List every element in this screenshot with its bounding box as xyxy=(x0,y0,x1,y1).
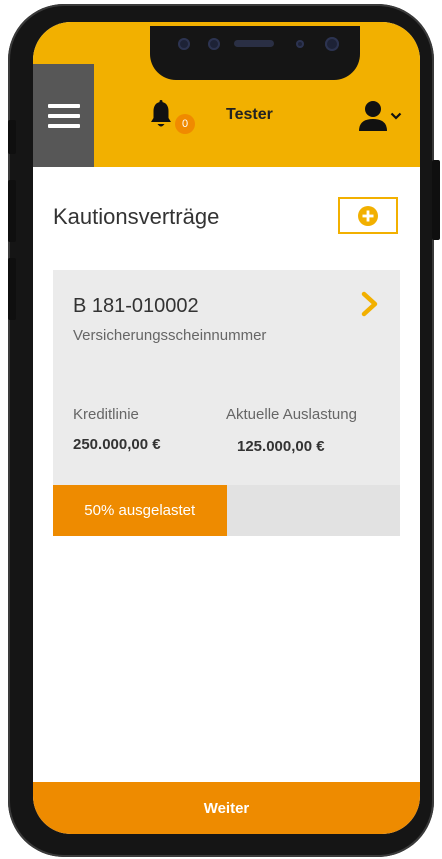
notification-badge: 0 xyxy=(175,114,195,134)
chevron-right-icon[interactable] xyxy=(360,291,380,317)
phone-side-button xyxy=(432,160,440,240)
phone-notch xyxy=(150,26,360,80)
credit-line-label: Kreditlinie xyxy=(73,406,139,423)
next-button[interactable]: Weiter xyxy=(33,782,420,834)
user-name: Tester xyxy=(226,106,273,123)
contract-number: B 181-010002 xyxy=(73,295,199,317)
contract-card[interactable]: B 181-010002 Versicherungsscheinnummer K… xyxy=(53,270,400,485)
utilization-progress-fill: 50% ausgelastet xyxy=(53,485,227,536)
plus-circle-icon xyxy=(358,205,378,226)
front-camera xyxy=(325,37,339,51)
phone-side-button xyxy=(8,120,16,154)
utilization-label: Aktuelle Auslastung xyxy=(226,406,357,423)
utilization-progress-text: 50% ausgelastet xyxy=(84,502,196,519)
hamburger-icon xyxy=(47,103,80,128)
chevron-down-icon xyxy=(390,112,402,120)
front-camera xyxy=(178,38,190,50)
front-sensor xyxy=(208,38,220,50)
user-icon xyxy=(359,101,387,131)
page-title: Kautionsverträge xyxy=(53,204,220,229)
phone-side-button xyxy=(8,258,16,320)
phone-side-button xyxy=(8,180,16,242)
menu-button[interactable] xyxy=(33,64,94,167)
credit-line-value: 250.000,00 € xyxy=(73,436,161,453)
phone-speaker xyxy=(234,40,274,47)
contract-number-label: Versicherungsscheinnummer xyxy=(73,327,267,344)
front-sensor xyxy=(296,40,304,48)
add-contract-button[interactable] xyxy=(338,197,398,234)
bell-icon[interactable] xyxy=(149,100,173,130)
app-screen: 0 Tester Kautionsverträge B 181-010002 V… xyxy=(33,22,420,834)
utilization-value: 125.000,00 € xyxy=(237,438,325,455)
utilization-progress-bar: 50% ausgelastet xyxy=(53,485,400,536)
user-menu-button[interactable] xyxy=(358,100,404,132)
